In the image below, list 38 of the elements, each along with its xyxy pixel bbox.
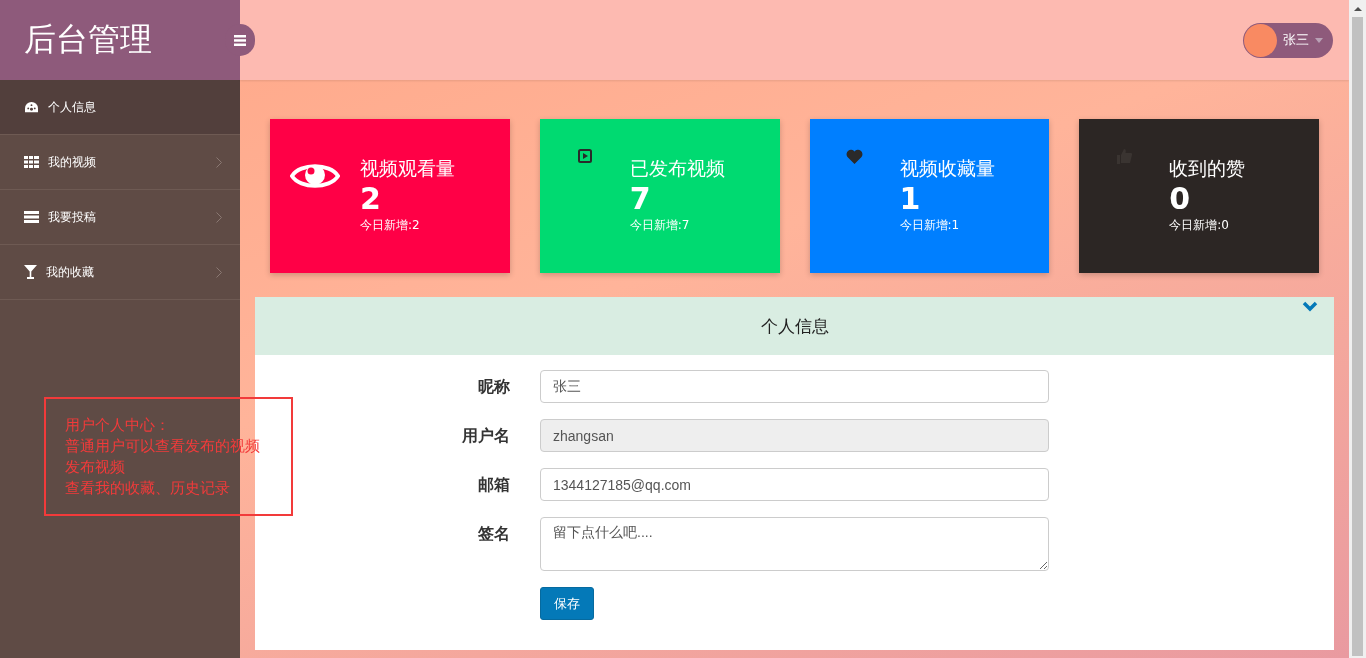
annotation-line: 用户个人中心：	[65, 415, 171, 436]
stat-title: 已发布视频	[629, 156, 725, 181]
stat-title: 视频观看量	[360, 156, 455, 181]
stat-value: 7	[629, 181, 652, 217]
avatar-picture	[1244, 23, 1277, 57]
heart-icon	[846, 149, 863, 164]
play-icon	[577, 149, 592, 163]
stat-title: 视频收藏量	[899, 156, 995, 181]
stat-value: 1	[899, 181, 922, 217]
caret-icon	[1315, 37, 1323, 43]
save-button[interactable]: 保存	[540, 587, 594, 620]
brand-title: 后台管理	[24, 19, 152, 60]
stat-today: 今日新增:0	[1169, 217, 1230, 234]
stat-today: 今日新增:7	[629, 217, 691, 234]
list-icon	[24, 211, 39, 223]
dashboard-icon	[24, 100, 39, 114]
input-field[interactable]: 张三	[540, 370, 1049, 403]
field-label: 邮箱	[477, 474, 510, 496]
scrollbar-thumb[interactable]	[1352, 17, 1363, 656]
panel-title: 个人信息	[760, 314, 829, 338]
stat-today: 今日新增:2	[360, 217, 421, 234]
cocktail-glass-icon	[24, 265, 37, 279]
grid-icon	[24, 156, 39, 168]
stat-today: 今日新增:1	[899, 217, 961, 234]
annotation-line: 查看我的收藏、历史记录	[65, 478, 231, 499]
field-label: 昵称	[477, 376, 510, 398]
stat-title: 收到的赞	[1169, 156, 1246, 181]
menu-icon	[234, 34, 246, 46]
field-label: 签名	[477, 523, 510, 545]
sidebar-item[interactable]: 个人信息	[0, 80, 240, 135]
stat-value: 2	[360, 181, 382, 217]
field-label: 用户名	[461, 425, 510, 447]
input-field[interactable]: 1344127185@qq.com	[540, 468, 1049, 501]
chevron-down-icon[interactable]	[1302, 301, 1318, 312]
stat-value: 0	[1169, 181, 1192, 217]
signature-field[interactable]: 留下点什么吧....	[540, 517, 1049, 571]
annotation-line: 发布视频	[65, 457, 126, 478]
user-menu-button[interactable]: 张三	[1243, 22, 1333, 58]
